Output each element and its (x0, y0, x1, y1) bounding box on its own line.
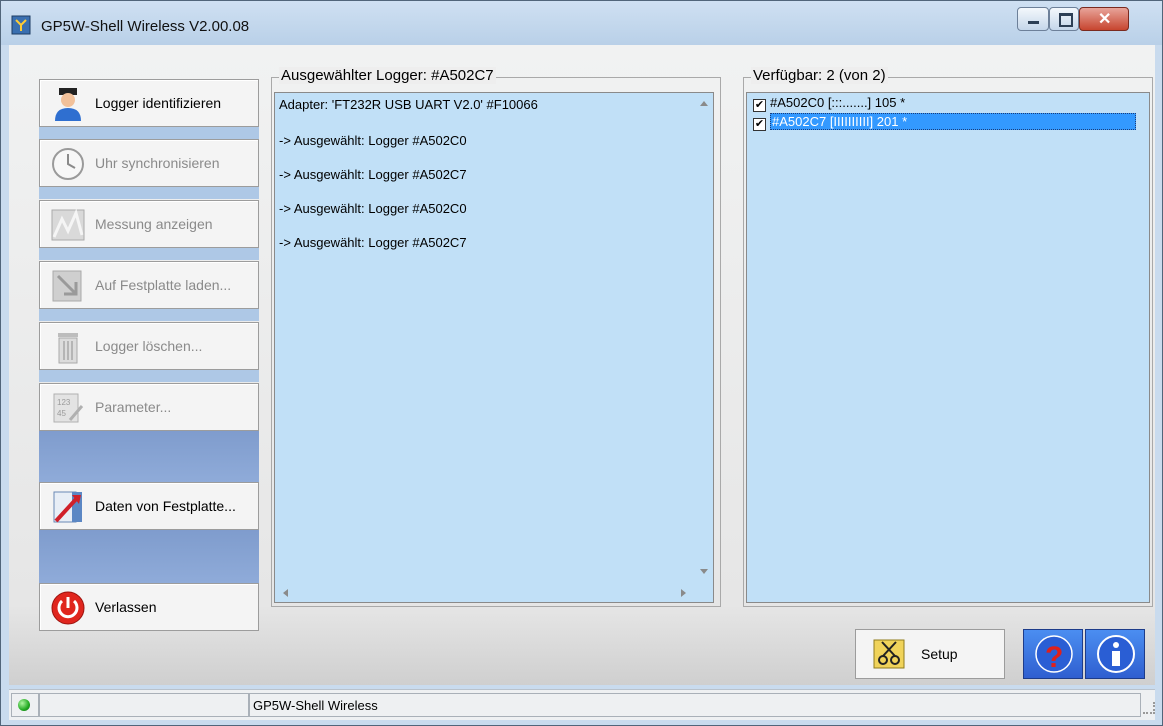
vertical-scrollbar[interactable] (695, 93, 713, 584)
parameter-label: Parameter... (95, 399, 172, 415)
setup-label: Setup (921, 646, 958, 662)
log-line: -> Ausgewählt: Logger #A502C0 (279, 201, 467, 216)
available-listbox[interactable]: ✔ #A502C0 [:::.......] 105 * ✔ #A502C7 [II… (746, 92, 1150, 603)
status-empty-pane (39, 693, 249, 717)
close-icon: ✕ (1098, 11, 1112, 28)
scroll-up-icon[interactable] (700, 101, 708, 106)
scroll-right-icon[interactable] (681, 589, 686, 597)
exit-button[interactable]: Verlassen (39, 583, 259, 631)
identify-logger-label: Logger identifizieren (95, 95, 222, 111)
load-to-disk-label: Auf Festplatte laden... (95, 277, 232, 293)
svg-text:?: ? (1045, 641, 1063, 674)
app-window: GP5W-Shell Wireless V2.00.08 ✕ Logger id… (0, 0, 1163, 726)
parameter-icon: 123 45 (53, 393, 84, 423)
setup-button[interactable]: Setup (855, 629, 1005, 679)
available-item-selected[interactable]: ✔ #A502C7 [IIIIIIIIII] 201 * (753, 113, 1139, 131)
status-led-icon (18, 699, 30, 711)
sidebar-separator (39, 431, 259, 482)
identify-logger-button[interactable]: Logger identifizieren (39, 79, 259, 127)
title-bar[interactable]: GP5W-Shell Wireless V2.00.08 ✕ (1, 1, 1162, 45)
item-checkbox[interactable]: ✔ (753, 118, 766, 131)
data-from-disk-button[interactable]: Daten von Festplatte... (39, 482, 259, 530)
delete-logger-button[interactable]: Logger löschen... (39, 322, 259, 370)
window-title: GP5W-Shell Wireless V2.00.08 (41, 18, 250, 35)
maximize-button[interactable] (1049, 7, 1079, 31)
help-button[interactable]: ? (1023, 629, 1083, 679)
scroll-down-icon[interactable] (700, 569, 708, 574)
user-icon (55, 88, 81, 121)
status-bar: GP5W-Shell Wireless (9, 689, 1155, 720)
log-line: -> Ausgewählt: Logger #A502C7 (279, 235, 467, 250)
svg-text:45: 45 (57, 409, 66, 418)
sidebar-separator (39, 187, 259, 199)
delete-logger-label: Logger löschen... (95, 338, 203, 354)
resize-grip-icon[interactable] (1143, 702, 1155, 714)
parameter-button[interactable]: 123 45 Parameter... (39, 383, 259, 431)
sidebar-separator (39, 370, 259, 382)
power-icon (51, 591, 85, 625)
sidebar-separator (39, 530, 259, 583)
info-button[interactable] (1085, 629, 1145, 679)
svg-text:123: 123 (57, 398, 71, 407)
load-to-disk-button[interactable]: Auf Festplatte laden... (39, 261, 259, 309)
log-line: -> Ausgewählt: Logger #A502C7 (279, 167, 467, 182)
status-text-pane: GP5W-Shell Wireless (249, 693, 1141, 717)
client-area: Logger identifizieren Uhr synchronisiere… (9, 45, 1155, 685)
exit-label: Verlassen (95, 599, 157, 615)
available-item-label: #A502C7 [IIIIIIIIII] 201 * (770, 113, 1136, 130)
sync-clock-button[interactable]: Uhr synchronisieren (39, 139, 259, 187)
sidebar-separator (39, 127, 259, 139)
log-listbox[interactable]: Adapter: 'FT232R USB UART V2.0' #F10066 … (274, 92, 714, 603)
info-icon (1097, 635, 1135, 673)
minimize-icon (1028, 21, 1039, 24)
scroll-left-icon[interactable] (283, 589, 288, 597)
close-button[interactable]: ✕ (1079, 7, 1129, 31)
sidebar-separator (39, 309, 259, 321)
data-from-disk-label: Daten von Festplatte... (95, 498, 236, 514)
available-title: Verfügbar: 2 (von 2) (751, 67, 888, 84)
sidebar-separator (39, 248, 259, 260)
maximize-icon (1059, 13, 1073, 27)
setup-tools-icon (873, 639, 905, 669)
minimize-button[interactable] (1017, 7, 1049, 31)
status-text: GP5W-Shell Wireless (253, 698, 378, 713)
log-line: Adapter: 'FT232R USB UART V2.0' #F10066 (279, 97, 538, 112)
clock-icon (52, 148, 84, 180)
trash-icon (58, 333, 78, 364)
log-line: -> Ausgewählt: Logger #A502C0 (279, 133, 467, 148)
available-item[interactable]: ✔ #A502C0 [:::.......] 105 * (753, 95, 905, 113)
item-checkbox[interactable]: ✔ (753, 99, 766, 112)
open-file-icon (53, 491, 82, 523)
show-measurement-label: Messung anzeigen (95, 216, 213, 232)
show-measurement-button[interactable]: Messung anzeigen (39, 200, 259, 248)
horizontal-scrollbar[interactable] (275, 584, 695, 602)
available-item-label: #A502C0 [:::.......] 105 * (770, 95, 906, 110)
status-led-pane (11, 693, 39, 717)
selected-logger-title: Ausgewählter Logger: #A502C7 (279, 67, 496, 84)
download-icon (52, 270, 82, 302)
chart-icon (51, 208, 85, 241)
help-icon: ? (1035, 635, 1073, 674)
app-icon (11, 15, 31, 35)
sync-clock-label: Uhr synchronisieren (95, 155, 220, 171)
